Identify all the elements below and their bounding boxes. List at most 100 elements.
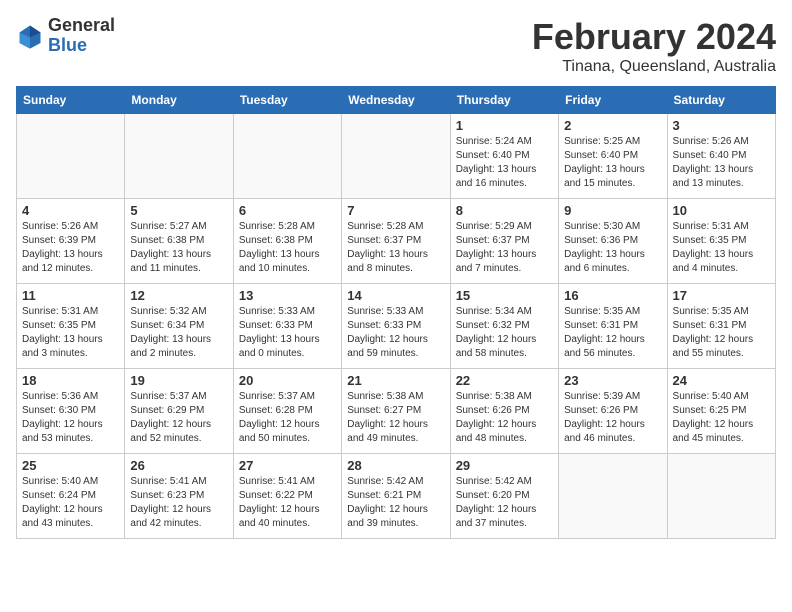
page-header: General Blue February 2024 Tinana, Queen… <box>16 16 776 76</box>
day-info: Sunrise: 5:42 AM Sunset: 6:21 PM Dayligh… <box>347 475 444 531</box>
logo-blue-text: Blue <box>48 35 87 55</box>
calendar-cell: 11 Sunrise: 5:31 AM Sunset: 6:35 PM Dayli… <box>17 284 125 369</box>
calendar-cell: 16Sunrise: 5:35 AM Sunset: 6:31 PM Dayli… <box>559 284 667 369</box>
calendar-week-5: 25Sunrise: 5:40 AM Sunset: 6:24 PM Dayli… <box>17 454 776 539</box>
day-info: Sunrise: 5:37 AM Sunset: 6:29 PM Dayligh… <box>130 390 227 446</box>
day-info: Sunrise: 5:32 AM Sunset: 6:34 PM Dayligh… <box>130 305 227 361</box>
day-number: 10 <box>673 203 770 218</box>
day-info: Sunrise: 5:25 AM Sunset: 6:40 PM Dayligh… <box>564 135 661 191</box>
weekday-header-monday: Monday <box>125 87 233 114</box>
calendar-cell: 14 Sunrise: 5:33 AM Sunset: 6:33 PM Dayli… <box>342 284 450 369</box>
calendar-cell: 26 Sunrise: 5:41 AM Sunset: 6:23 PM Dayli… <box>125 454 233 539</box>
day-number: 14 <box>347 288 444 303</box>
calendar-cell <box>667 454 775 539</box>
day-info: Sunrise: 5:37 AM Sunset: 6:28 PM Dayligh… <box>239 390 336 446</box>
calendar-week-4: 18 Sunrise: 5:36 AM Sunset: 6:30 PM Dayli… <box>17 369 776 454</box>
calendar-cell <box>17 114 125 199</box>
day-info: Sunrise: 5:26 AM Sunset: 6:40 PM Dayligh… <box>673 135 770 191</box>
day-number: 28 <box>347 458 444 473</box>
calendar-cell <box>559 454 667 539</box>
calendar-cell: 6 Sunrise: 5:28 AM Sunset: 6:38 PM Daylig… <box>233 199 341 284</box>
logo-text: General Blue <box>48 16 115 56</box>
logo-icon <box>16 22 44 50</box>
day-number: 24 <box>673 373 770 388</box>
day-info: Sunrise: 5:30 AM Sunset: 6:36 PM Dayligh… <box>564 220 661 276</box>
day-number: 2 <box>564 118 661 133</box>
day-info: Sunrise: 5:35 AM Sunset: 6:31 PM Dayligh… <box>564 305 661 361</box>
weekday-header-friday: Friday <box>559 87 667 114</box>
day-number: 7 <box>347 203 444 218</box>
calendar-cell: 15Sunrise: 5:34 AM Sunset: 6:32 PM Dayli… <box>450 284 558 369</box>
calendar-cell: 17 Sunrise: 5:35 AM Sunset: 6:31 PM Dayli… <box>667 284 775 369</box>
day-info: Sunrise: 5:33 AM Sunset: 6:33 PM Dayligh… <box>347 305 444 361</box>
day-number: 13 <box>239 288 336 303</box>
calendar-cell: 9 Sunrise: 5:30 AM Sunset: 6:36 PM Daylig… <box>559 199 667 284</box>
calendar-cell: 24 Sunrise: 5:40 AM Sunset: 6:25 PM Dayli… <box>667 369 775 454</box>
day-number: 9 <box>564 203 661 218</box>
day-info: Sunrise: 5:38 AM Sunset: 6:26 PM Dayligh… <box>456 390 553 446</box>
weekday-header-tuesday: Tuesday <box>233 87 341 114</box>
day-info: Sunrise: 5:41 AM Sunset: 6:22 PM Dayligh… <box>239 475 336 531</box>
day-number: 5 <box>130 203 227 218</box>
day-number: 18 <box>22 373 119 388</box>
calendar-cell: 29 Sunrise: 5:42 AM Sunset: 6:20 PM Dayli… <box>450 454 558 539</box>
day-info: Sunrise: 5:36 AM Sunset: 6:30 PM Dayligh… <box>22 390 119 446</box>
day-info: Sunrise: 5:31 AM Sunset: 6:35 PM Dayligh… <box>673 220 770 276</box>
day-info: Sunrise: 5:24 AM Sunset: 6:40 PM Dayligh… <box>456 135 553 191</box>
calendar-cell: 8 Sunrise: 5:29 AM Sunset: 6:37 PM Daylig… <box>450 199 558 284</box>
day-info: Sunrise: 5:27 AM Sunset: 6:38 PM Dayligh… <box>130 220 227 276</box>
calendar-week-1: 1 Sunrise: 5:24 AM Sunset: 6:40 PM Daylig… <box>17 114 776 199</box>
calendar-week-3: 11 Sunrise: 5:31 AM Sunset: 6:35 PM Dayli… <box>17 284 776 369</box>
day-info: Sunrise: 5:34 AM Sunset: 6:32 PM Dayligh… <box>456 305 553 361</box>
day-number: 29 <box>456 458 553 473</box>
calendar-cell: 20Sunrise: 5:37 AM Sunset: 6:28 PM Dayli… <box>233 369 341 454</box>
calendar-header-row: SundayMondayTuesdayWednesdayThursdayFrid… <box>17 87 776 114</box>
day-number: 1 <box>456 118 553 133</box>
page-location: Tinana, Queensland, Australia <box>532 58 776 76</box>
weekday-header-wednesday: Wednesday <box>342 87 450 114</box>
calendar-cell: 27 Sunrise: 5:41 AM Sunset: 6:22 PM Dayli… <box>233 454 341 539</box>
calendar-cell: 13Sunrise: 5:33 AM Sunset: 6:33 PM Dayli… <box>233 284 341 369</box>
day-info: Sunrise: 5:42 AM Sunset: 6:20 PM Dayligh… <box>456 475 553 531</box>
day-number: 12 <box>130 288 227 303</box>
calendar-cell: 10 Sunrise: 5:31 AM Sunset: 6:35 PM Dayli… <box>667 199 775 284</box>
day-number: 4 <box>22 203 119 218</box>
day-info: Sunrise: 5:31 AM Sunset: 6:35 PM Dayligh… <box>22 305 119 361</box>
day-number: 17 <box>673 288 770 303</box>
calendar-week-2: 4 Sunrise: 5:26 AM Sunset: 6:39 PM Daylig… <box>17 199 776 284</box>
calendar-cell <box>125 114 233 199</box>
day-info: Sunrise: 5:29 AM Sunset: 6:37 PM Dayligh… <box>456 220 553 276</box>
day-info: Sunrise: 5:28 AM Sunset: 6:37 PM Dayligh… <box>347 220 444 276</box>
calendar-cell: 18 Sunrise: 5:36 AM Sunset: 6:30 PM Dayli… <box>17 369 125 454</box>
day-number: 21 <box>347 373 444 388</box>
calendar-cell: 4 Sunrise: 5:26 AM Sunset: 6:39 PM Daylig… <box>17 199 125 284</box>
day-info: Sunrise: 5:40 AM Sunset: 6:25 PM Dayligh… <box>673 390 770 446</box>
day-number: 25 <box>22 458 119 473</box>
calendar-cell: 7 Sunrise: 5:28 AM Sunset: 6:37 PM Daylig… <box>342 199 450 284</box>
calendar-cell: 2 Sunrise: 5:25 AM Sunset: 6:40 PM Daylig… <box>559 114 667 199</box>
calendar-cell: 3 Sunrise: 5:26 AM Sunset: 6:40 PM Daylig… <box>667 114 775 199</box>
day-info: Sunrise: 5:39 AM Sunset: 6:26 PM Dayligh… <box>564 390 661 446</box>
day-info: Sunrise: 5:26 AM Sunset: 6:39 PM Dayligh… <box>22 220 119 276</box>
calendar-cell: 22 Sunrise: 5:38 AM Sunset: 6:26 PM Dayli… <box>450 369 558 454</box>
day-info: Sunrise: 5:35 AM Sunset: 6:31 PM Dayligh… <box>673 305 770 361</box>
day-number: 22 <box>456 373 553 388</box>
logo: General Blue <box>16 16 115 56</box>
day-number: 11 <box>22 288 119 303</box>
calendar-cell <box>233 114 341 199</box>
weekday-header-sunday: Sunday <box>17 87 125 114</box>
day-number: 6 <box>239 203 336 218</box>
day-number: 26 <box>130 458 227 473</box>
calendar-cell: 28 Sunrise: 5:42 AM Sunset: 6:21 PM Dayli… <box>342 454 450 539</box>
calendar-cell: 21Sunrise: 5:38 AM Sunset: 6:27 PM Dayli… <box>342 369 450 454</box>
day-info: Sunrise: 5:28 AM Sunset: 6:38 PM Dayligh… <box>239 220 336 276</box>
calendar-cell <box>342 114 450 199</box>
calendar-table: SundayMondayTuesdayWednesdayThursdayFrid… <box>16 86 776 539</box>
day-number: 27 <box>239 458 336 473</box>
calendar-cell: 25Sunrise: 5:40 AM Sunset: 6:24 PM Dayli… <box>17 454 125 539</box>
weekday-header-saturday: Saturday <box>667 87 775 114</box>
day-info: Sunrise: 5:41 AM Sunset: 6:23 PM Dayligh… <box>130 475 227 531</box>
day-number: 8 <box>456 203 553 218</box>
day-number: 3 <box>673 118 770 133</box>
day-number: 23 <box>564 373 661 388</box>
